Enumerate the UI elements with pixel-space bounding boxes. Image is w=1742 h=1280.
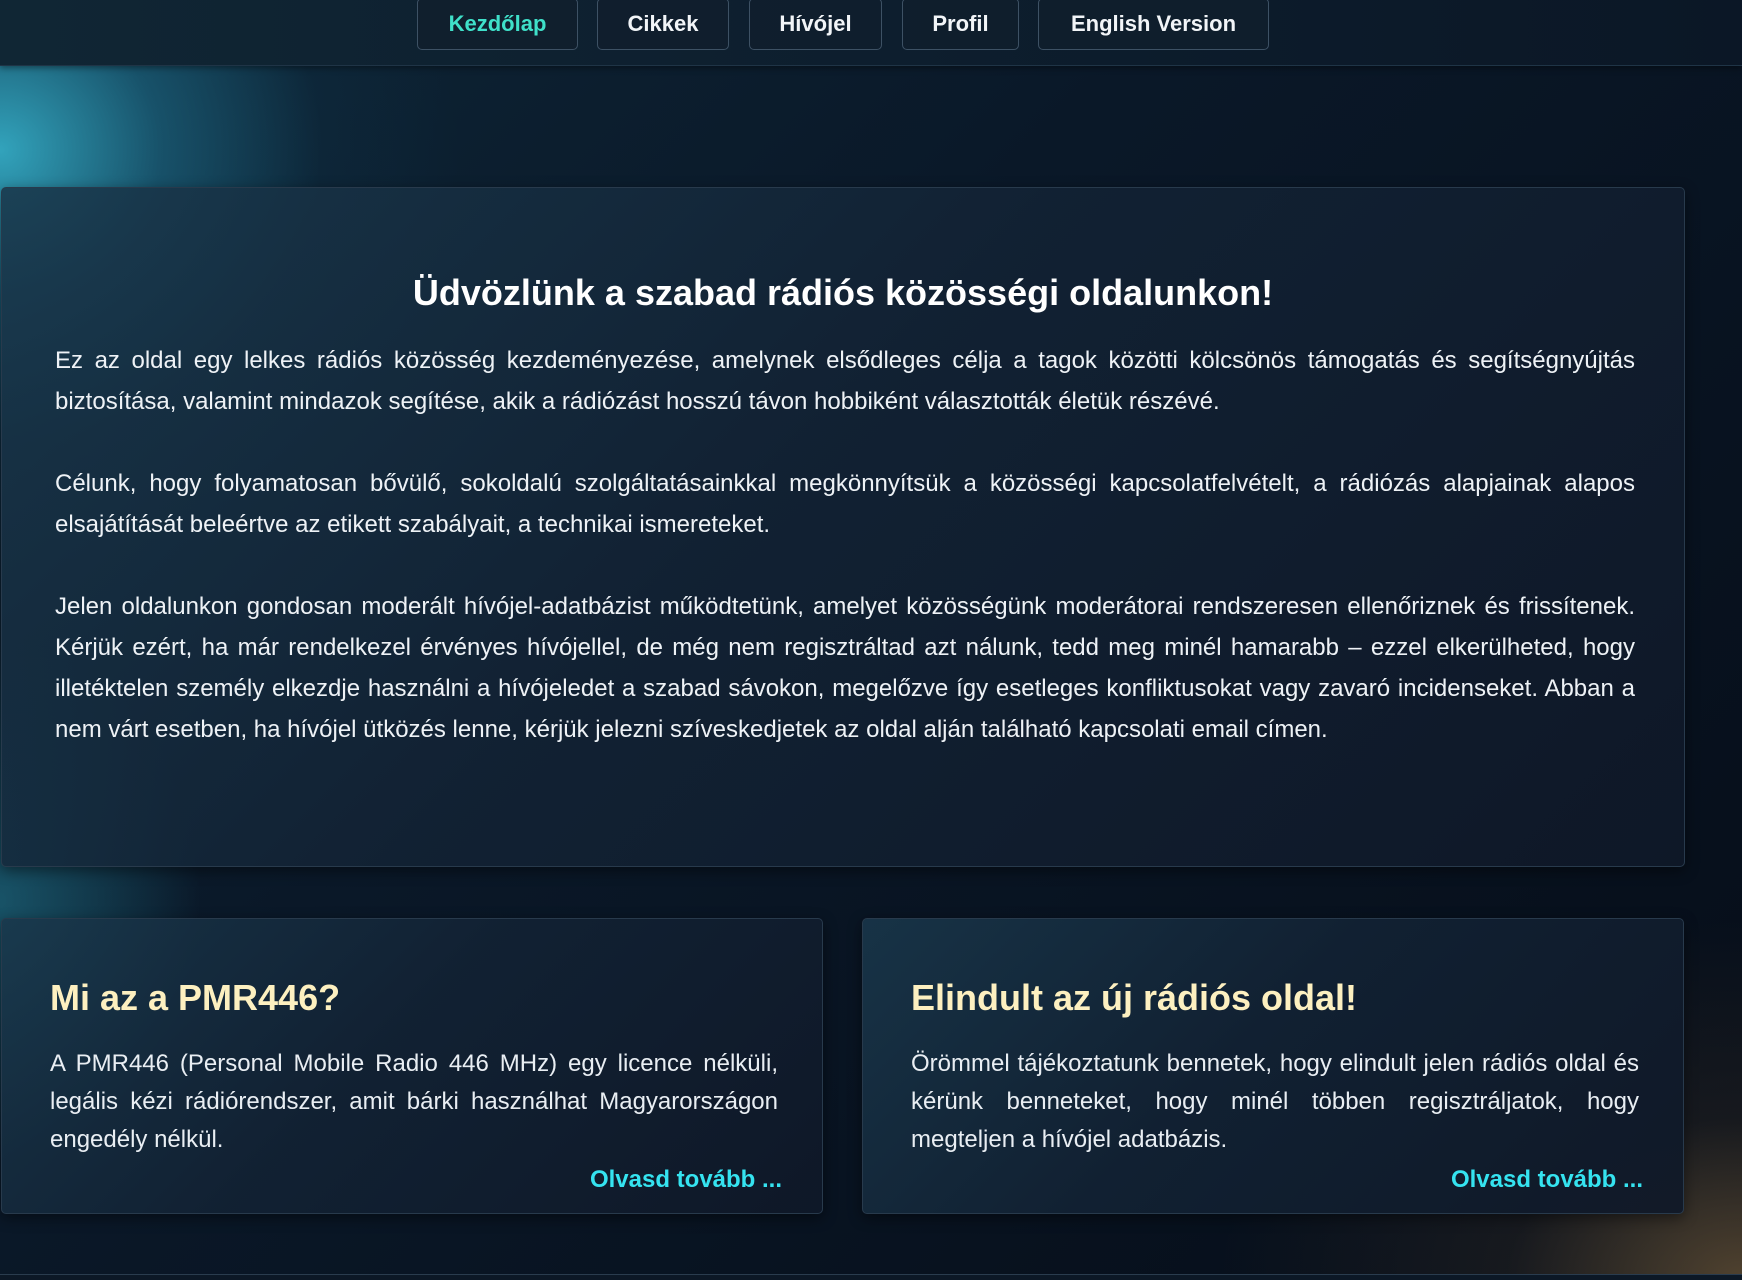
nav-callsign[interactable]: Hívójel [749,0,882,50]
welcome-title: Üdvözlünk a szabad rádiós közösségi olda… [412,272,1274,313]
article-card-pmr446: Mi az a PMR446? A PMR446 (Personal Mobil… [1,918,823,1214]
article-card-new-site: Elindult az új rádiós oldal! Örömmel táj… [862,918,1684,1214]
article-card-title: Mi az a PMR446? [50,977,341,1018]
nav-english-version[interactable]: English Version [1038,0,1269,50]
nav-profile[interactable]: Profil [902,0,1019,50]
nav-articles[interactable]: Cikkek [597,0,729,50]
article-card-summary: Örömmel tájékoztatunk bennetek, hogy eli… [911,1050,1639,1153]
nav-home[interactable]: Kezdőlap [417,0,578,50]
welcome-paragraph-2: Célunk, hogy folyamatosan bővülő, sokold… [55,470,1635,538]
welcome-paragraph-3: Jelen oldalunkon gondosan moderált hívój… [55,593,1635,743]
welcome-panel: Üdvözlünk a szabad rádiós közösségi olda… [1,187,1685,867]
next-section-edge [0,1274,1742,1280]
read-more-link[interactable]: Olvasd tovább ... [590,1166,782,1194]
main-nav: Kezdőlap Cikkek Hívójel Profil English V… [0,0,1742,52]
article-card-summary: A PMR446 (Personal Mobile Radio 446 MHz)… [50,1050,778,1153]
read-more-link[interactable]: Olvasd tovább ... [1451,1166,1643,1194]
welcome-text: Ez az oldal egy lelkes rádiós közösség k… [55,340,1635,750]
welcome-paragraph-1: Ez az oldal egy lelkes rádiós közösség k… [55,347,1635,415]
top-navigation-bar: Kezdőlap Cikkek Hívójel Profil English V… [0,0,1742,66]
article-card-title: Elindult az új rádiós oldal! [911,977,1358,1018]
